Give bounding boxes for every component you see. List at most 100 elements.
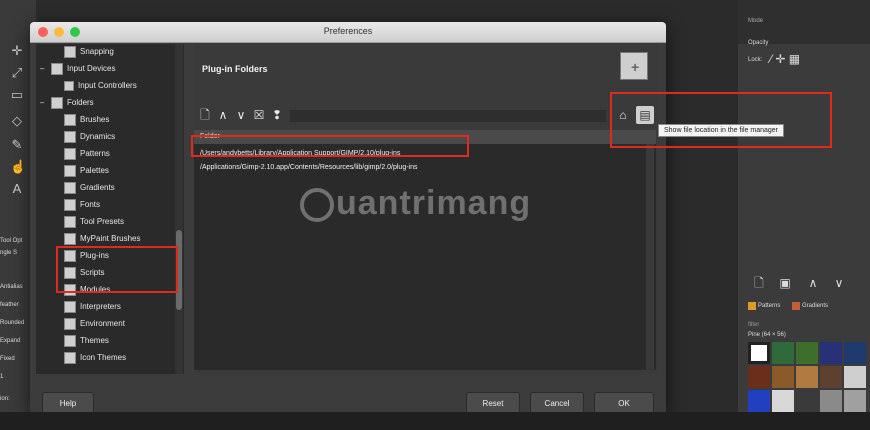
pattern-swatch[interactable] <box>748 390 770 412</box>
tree-item-mypaint-brushes[interactable]: MyPaint Brushes <box>64 231 140 247</box>
fonts-icon <box>64 198 76 211</box>
tree-item-brushes[interactable]: Brushes <box>64 112 109 128</box>
folder-toolbar: 🗋 ∧ ∨ ☒ ❢ ⌂ ▤ <box>194 104 658 128</box>
tree-item-label: Gradients <box>80 183 115 192</box>
path-entry[interactable] <box>290 110 606 122</box>
tree-item-label: Icon Themes <box>80 353 127 362</box>
tree-item-label: Interpreters <box>80 302 121 311</box>
move-tool-icon[interactable]: ✛ <box>10 44 24 58</box>
annotation-box-tooltip <box>610 92 832 148</box>
tree-item-themes[interactable]: Themes <box>64 333 109 349</box>
raise-icon[interactable]: ∧ <box>806 276 820 290</box>
new-icon[interactable]: 🗋 <box>752 276 766 290</box>
tree-item-dynamics[interactable]: Dynamics <box>64 129 115 145</box>
antialias-label: Antialias <box>0 284 23 290</box>
cancel-button[interactable]: Cancel <box>530 392 584 414</box>
feather-label: feather <box>0 302 19 308</box>
angle-label: ngle S <box>0 250 18 256</box>
list-scrollbar[interactable] <box>646 144 654 370</box>
watermark-logo: uantrimang <box>300 184 531 223</box>
tree-item-snapping[interactable]: Snapping <box>64 44 114 60</box>
transform-tool-icon[interactable]: ◇ <box>10 114 24 128</box>
tree-item-palettes[interactable]: Palettes <box>64 163 109 179</box>
pattern-swatch[interactable] <box>796 342 818 364</box>
page-title: Plug-in Folders <box>202 64 268 74</box>
tool-presets-icon <box>64 215 76 228</box>
align-tool-icon[interactable]: ⤢ <box>10 66 24 80</box>
tree-scrollbar[interactable] <box>175 44 183 374</box>
pattern-swatch[interactable] <box>748 366 770 388</box>
crop-tool-icon[interactable]: ▭ <box>10 88 24 102</box>
pattern-swatch[interactable] <box>772 342 794 364</box>
new-folder-icon[interactable]: 🗋 <box>196 106 214 124</box>
filter-label: filter <box>748 322 760 328</box>
tree-item-label: Input Devices <box>67 64 116 73</box>
pattern-swatch[interactable] <box>772 390 794 412</box>
gradients-tab[interactable]: Gradients <box>802 303 828 309</box>
expand-label: Expand <box>0 338 21 344</box>
pattern-swatch[interactable] <box>748 342 770 364</box>
tree-item-fonts[interactable]: Fonts <box>64 197 100 213</box>
tool-options-label: Tool Opt <box>0 238 23 244</box>
text-tool-icon[interactable]: A <box>10 182 24 196</box>
folder-page-icon <box>620 52 648 80</box>
list-item[interactable]: /Applications/Gimp-2.10.app/Contents/Res… <box>200 164 418 171</box>
pattern-swatch[interactable] <box>796 390 818 412</box>
pattern-swatch[interactable] <box>844 366 866 388</box>
folders-icon <box>51 96 63 109</box>
tree-item-interpreters[interactable]: Interpreters <box>64 299 121 315</box>
tree-item-label: Patterns <box>80 149 110 158</box>
tree-item-tool-presets[interactable]: Tool Presets <box>64 214 124 230</box>
move-up-icon[interactable]: ∧ <box>214 106 232 124</box>
snapping-icon <box>64 45 76 58</box>
tree-item-input-devices[interactable]: – Input Devices <box>40 61 115 77</box>
duplicate-icon[interactable]: ▣ <box>778 276 792 290</box>
mypaint-brushes-icon <box>64 232 76 245</box>
tree-item-icon-themes[interactable]: Icon Themes <box>64 350 126 366</box>
tree-item-label: MyPaint Brushes <box>80 234 141 243</box>
tree-item-label: Snapping <box>80 47 114 56</box>
patterns-tab-icon <box>748 302 756 310</box>
pattern-swatch[interactable] <box>796 366 818 388</box>
ok-button[interactable]: OK <box>594 392 654 414</box>
window-title: Preferences <box>323 26 373 36</box>
gradients-tab-icon <box>792 302 800 310</box>
collapse-icon[interactable]: – <box>40 95 48 111</box>
tree-item-folders[interactable]: – Folders <box>40 95 94 111</box>
mode-label: Mode <box>748 18 764 24</box>
preferences-tree: Snapping – Input Devices Input Controller… <box>36 44 184 374</box>
delete-icon[interactable]: ☒ <box>250 106 268 124</box>
help-button[interactable]: Help <box>42 392 94 414</box>
interpreters-icon <box>64 300 76 313</box>
pattern-swatch[interactable] <box>820 390 842 412</box>
dynamics-icon <box>64 130 76 143</box>
patterns-tab[interactable]: Patterns <box>758 303 780 309</box>
opacity-label: Opacity <box>748 40 769 46</box>
pattern-swatch[interactable] <box>844 342 866 364</box>
themes-icon <box>64 334 76 347</box>
tree-item-input-controllers[interactable]: Input Controllers <box>64 78 137 94</box>
pattern-swatch[interactable] <box>820 366 842 388</box>
pattern-swatch[interactable] <box>772 366 794 388</box>
icon-themes-icon <box>64 351 76 364</box>
lock-label: Lock: <box>748 57 763 63</box>
watermark-bulb-icon <box>300 188 334 223</box>
paintbrush-tool-icon[interactable]: ✎ <box>10 138 24 152</box>
collapse-icon[interactable]: – <box>40 61 48 77</box>
lock-pixels-icon[interactable]: ⁄ ✛ ▦ <box>770 52 800 66</box>
tree-item-label: Fonts <box>80 200 101 209</box>
pattern-swatch[interactable] <box>820 342 842 364</box>
lower-icon[interactable]: ∨ <box>832 276 846 290</box>
tree-item-gradients[interactable]: Gradients <box>64 180 115 196</box>
smudge-tool-icon[interactable]: ☝ <box>10 160 26 174</box>
titlebar: Preferences <box>30 22 666 43</box>
warning-icon[interactable]: ❢ <box>268 106 286 124</box>
tree-item-label: Brushes <box>80 115 110 124</box>
move-down-icon[interactable]: ∨ <box>232 106 250 124</box>
tree-item-patterns[interactable]: Patterns <box>64 146 110 162</box>
tree-item-environment[interactable]: Environment <box>64 316 125 332</box>
input-devices-icon <box>51 62 63 75</box>
pattern-swatch[interactable] <box>844 390 866 412</box>
tree-item-label: Palettes <box>80 166 109 175</box>
reset-button[interactable]: Reset <box>466 392 520 414</box>
